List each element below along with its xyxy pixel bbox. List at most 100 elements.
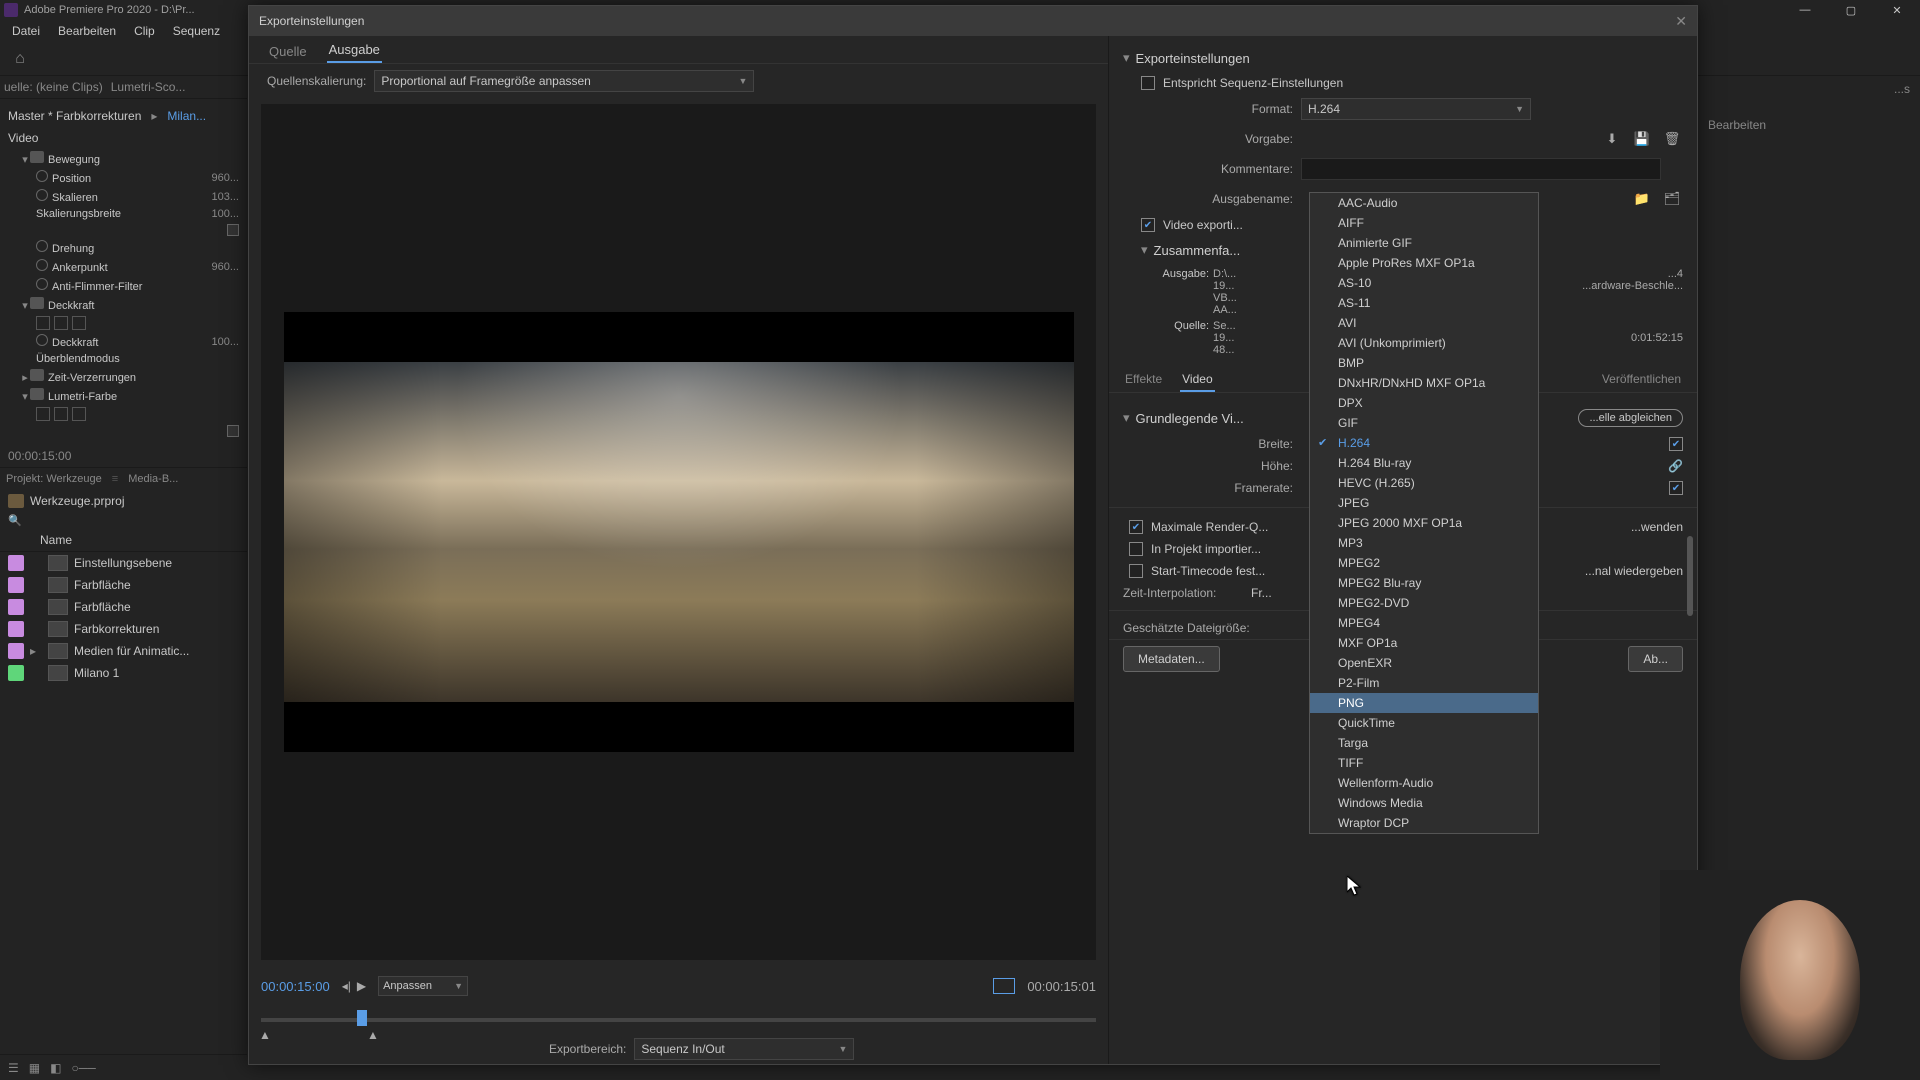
format-option[interactable]: AS-10	[1310, 273, 1538, 293]
expand-icon[interactable]: ▸	[20, 371, 30, 384]
in-point-icon[interactable]: ▲	[259, 1028, 271, 1042]
format-option[interactable]: Animierte GIF	[1310, 233, 1538, 253]
fx-icon[interactable]	[30, 151, 44, 163]
start-timecode-checkbox[interactable]	[1129, 564, 1143, 578]
format-option[interactable]: P2-Film	[1310, 673, 1538, 693]
collapse-icon[interactable]: ▾	[1141, 242, 1148, 258]
width-match-checkbox[interactable]	[1669, 437, 1683, 451]
format-option[interactable]: AIFF	[1310, 213, 1538, 233]
expand-icon[interactable]: ▾	[20, 153, 30, 166]
stopwatch-icon[interactable]	[36, 189, 48, 201]
prop-scale-width[interactable]: Skalierungsbreite	[36, 208, 121, 220]
match-source-button[interactable]: ...elle abgleichen	[1578, 409, 1683, 427]
format-option[interactable]: AVI	[1310, 313, 1538, 333]
menu-edit[interactable]: Bearbeiten	[50, 22, 124, 40]
export-video-checkbox[interactable]	[1141, 218, 1155, 232]
prop-rotation[interactable]: Drehung	[52, 243, 94, 255]
stopwatch-icon[interactable]	[36, 170, 48, 182]
delete-preset-icon[interactable]: 🗑	[1661, 128, 1683, 150]
import-project-checkbox[interactable]	[1129, 542, 1143, 556]
prop-position-value[interactable]: 960...	[211, 172, 239, 184]
menu-file[interactable]: Datei	[4, 22, 48, 40]
format-option[interactable]: MPEG2-DVD	[1310, 593, 1538, 613]
format-option[interactable]: Targa	[1310, 733, 1538, 753]
cancel-button[interactable]: Ab...	[1628, 646, 1683, 672]
open-folder-icon[interactable]: 🗂	[1661, 188, 1683, 210]
format-option[interactable]: AVI (Unkomprimiert)	[1310, 333, 1538, 353]
fx-icon[interactable]	[30, 297, 44, 309]
stopwatch-icon[interactable]	[36, 278, 48, 290]
mask-pen-icon[interactable]	[72, 316, 86, 330]
format-option[interactable]: HEVC (H.265)	[1310, 473, 1538, 493]
tab-publish[interactable]: Veröffentlichen	[1600, 368, 1683, 392]
prop-anchor-value[interactable]: 960...	[211, 261, 239, 273]
list-view-icon[interactable]: ☰	[8, 1061, 19, 1075]
close-button[interactable]: ✕	[1874, 0, 1920, 20]
time-remap-group[interactable]: Zeit-Verzerrungen	[48, 372, 136, 384]
format-option[interactable]: MXF OP1a	[1310, 633, 1538, 653]
metadata-button[interactable]: Metadaten...	[1123, 646, 1220, 672]
fx-icon[interactable]	[30, 369, 44, 381]
mask-pen-icon[interactable]	[72, 407, 86, 421]
link-icon[interactable]: 🔗	[1668, 459, 1683, 473]
project-item[interactable]: Farbfläche	[0, 574, 247, 596]
format-option[interactable]: MPEG2 Blu-ray	[1310, 573, 1538, 593]
maximize-button[interactable]: ▢	[1828, 0, 1874, 20]
motion-group[interactable]: Bewegung	[48, 154, 100, 166]
zoom-fit-dropdown[interactable]: Anpassen ▼	[378, 976, 468, 996]
format-option[interactable]: JPEG 2000 MXF OP1a	[1310, 513, 1538, 533]
play-icon[interactable]: ▶	[357, 979, 366, 993]
format-option[interactable]: DPX	[1310, 393, 1538, 413]
format-option[interactable]: MPEG2	[1310, 553, 1538, 573]
format-option[interactable]: H.264 Blu-ray	[1310, 453, 1538, 473]
minimize-button[interactable]: —	[1782, 0, 1828, 20]
project-item[interactable]: Milano 1	[0, 662, 247, 684]
prop-opacity-value[interactable]: 100...	[211, 336, 239, 348]
aspect-ratio-icon[interactable]	[993, 978, 1015, 994]
format-option[interactable]: BMP	[1310, 353, 1538, 373]
menu-clip[interactable]: Clip	[126, 22, 163, 40]
project-search[interactable]: 🔍	[0, 512, 247, 529]
format-option[interactable]: DNxHR/DNxHD MXF OP1a	[1310, 373, 1538, 393]
stopwatch-icon[interactable]	[36, 334, 48, 346]
format-option[interactable]: QuickTime	[1310, 713, 1538, 733]
format-option[interactable]: AS-11	[1310, 293, 1538, 313]
freeform-view-icon[interactable]: ◧	[50, 1061, 61, 1075]
zoom-slider[interactable]: ○──	[71, 1061, 95, 1075]
timeline-slider[interactable]: ▲ ▲	[249, 1006, 1108, 1034]
uniform-scale-checkbox[interactable]	[227, 224, 239, 236]
media-browser-tab[interactable]: Media-B...	[128, 473, 178, 485]
collapse-icon[interactable]: ▾	[1123, 410, 1130, 426]
master-clip-label[interactable]: Master * Farbkorrekturen	[8, 109, 141, 123]
expand-icon[interactable]: ▾	[20, 299, 30, 312]
project-item[interactable]: Farbfläche	[0, 596, 247, 618]
project-item[interactable]: Einstellungsebene	[0, 552, 247, 574]
prop-scale-width-value[interactable]: 100...	[211, 208, 239, 220]
save-preset-icon[interactable]: 💾	[1631, 128, 1653, 150]
format-option[interactable]: PNG	[1310, 693, 1538, 713]
home-icon[interactable]: ⌂	[8, 47, 32, 71]
fps-match-checkbox[interactable]	[1669, 481, 1683, 495]
menu-sequence[interactable]: Sequenz	[165, 22, 228, 40]
lumetri-group[interactable]: Lumetri-Farbe	[48, 391, 117, 403]
project-item[interactable]: ▸Medien für Animatic...	[0, 640, 247, 662]
format-option[interactable]: OpenEXR	[1310, 653, 1538, 673]
keyframe-toggle[interactable]	[227, 425, 239, 437]
mask-ellipse-icon[interactable]	[36, 316, 50, 330]
tab-source[interactable]: Quelle	[267, 40, 309, 63]
format-option[interactable]: TIFF	[1310, 753, 1538, 773]
scrollbar[interactable]	[1687, 536, 1693, 616]
format-option[interactable]: MPEG4	[1310, 613, 1538, 633]
stopwatch-icon[interactable]	[36, 259, 48, 271]
icon-view-icon[interactable]: ▦	[29, 1061, 40, 1075]
opacity-group[interactable]: Deckkraft	[48, 300, 94, 312]
project-tab[interactable]: Projekt: Werkzeuge	[6, 473, 102, 485]
dialog-close-button[interactable]: ✕	[1675, 13, 1687, 30]
source-tab[interactable]: uelle: (keine Clips)	[4, 80, 103, 94]
interpolation-value[interactable]: Fr...	[1251, 586, 1272, 600]
range-dropdown[interactable]: Sequenz In/Out ▼	[634, 1038, 854, 1060]
prop-blend[interactable]: Überblendmodus	[36, 353, 120, 365]
prop-opacity[interactable]: Deckkraft	[52, 337, 98, 349]
format-option[interactable]: GIF	[1310, 413, 1538, 433]
comments-field[interactable]	[1301, 158, 1661, 180]
